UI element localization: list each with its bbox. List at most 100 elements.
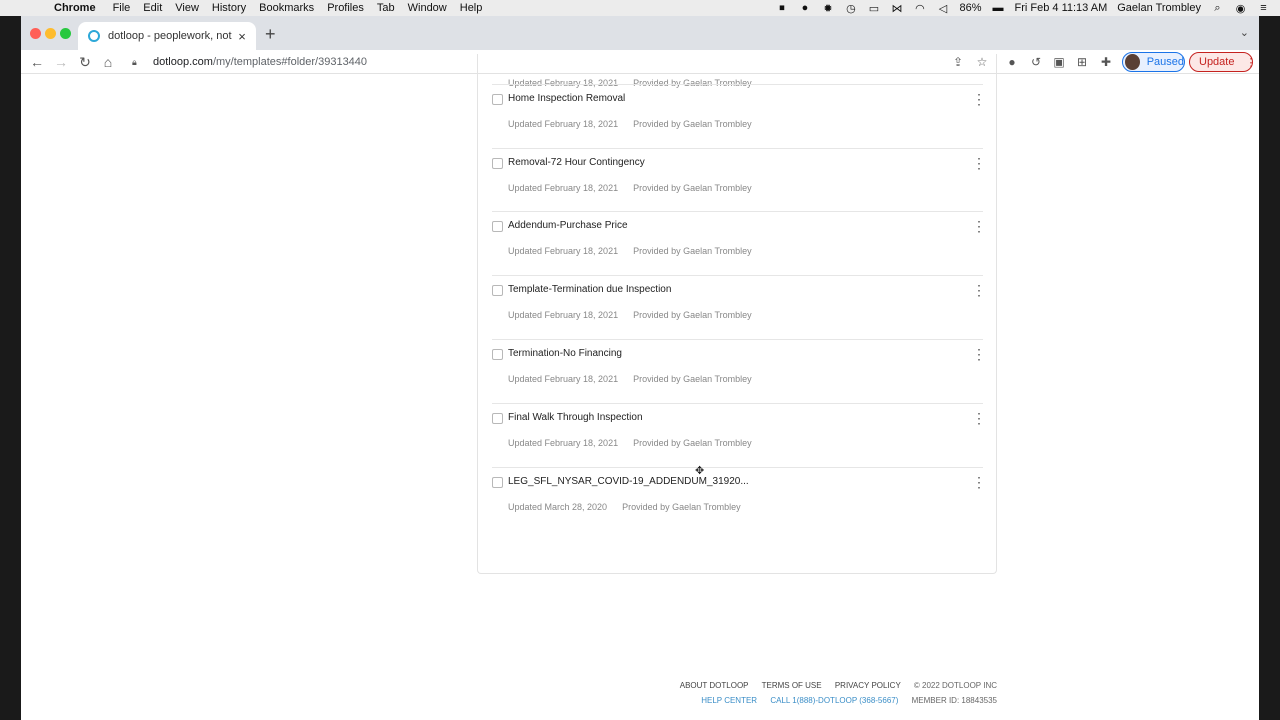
battery-icon[interactable]: ▬ xyxy=(992,2,1005,14)
menu-help[interactable]: Help xyxy=(460,2,483,14)
menu-app-chrome[interactable]: Chrome xyxy=(54,2,96,14)
template-updated: Updated February 18, 2021 xyxy=(508,183,619,193)
volume-icon[interactable]: ◁ xyxy=(936,2,949,15)
template-name[interactable]: Addendum-Purchase Price xyxy=(508,220,628,231)
window-zoom-button[interactable] xyxy=(60,28,71,39)
screen-mirroring-icon[interactable]: ▭ xyxy=(867,2,880,15)
template-row[interactable]: LEG_SFL_NYSAR_COVID-19_ADDENDUM_31920...… xyxy=(492,467,986,531)
home-icon[interactable]: ⌂ xyxy=(99,53,117,71)
template-checkbox[interactable] xyxy=(492,158,503,169)
template-meta: Updated February 18, 2021 Provided by Gae… xyxy=(508,310,752,320)
network-icon[interactable]: ⋈ xyxy=(890,2,903,15)
more-options-icon[interactable]: ⋮ xyxy=(972,156,986,170)
lock-icon[interactable]: 🔒︎ xyxy=(132,57,144,68)
more-options-icon[interactable]: ⋮ xyxy=(972,92,986,106)
footer-terms-link[interactable]: TERMS OF USE xyxy=(762,681,822,690)
menu-view[interactable]: View xyxy=(175,2,199,14)
extensions-puzzle-icon[interactable]: ✚ xyxy=(1098,54,1114,70)
more-options-icon[interactable]: ⋮ xyxy=(972,475,986,489)
template-row[interactable]: Home Inspection Removal Updated February… xyxy=(492,84,986,148)
template-checkbox[interactable] xyxy=(492,94,503,105)
footer-links-secondary: HELP CENTER CALL 1(888)-DOTLOOP (368-566… xyxy=(690,696,997,705)
template-row[interactable]: Final Walk Through Inspection Updated Fe… xyxy=(492,403,986,467)
extension-grid-icon[interactable]: ⊞ xyxy=(1074,54,1090,70)
reload-icon[interactable]: ↻ xyxy=(76,53,94,71)
menu-bookmarks[interactable]: Bookmarks xyxy=(259,2,314,14)
template-updated: Updated February 18, 2021 xyxy=(508,119,619,129)
menu-tab[interactable]: Tab xyxy=(377,2,395,14)
template-checkbox[interactable] xyxy=(492,477,503,488)
avatar xyxy=(1125,54,1140,70)
template-checkbox[interactable] xyxy=(492,413,503,424)
more-options-icon[interactable]: ⋮ xyxy=(972,347,986,361)
template-provider: Provided by Gaelan Trombley xyxy=(633,374,752,384)
templates-card: Updated February 18, 2021 Provided by Gae… xyxy=(477,54,997,574)
back-arrow-icon[interactable]: ← xyxy=(28,53,46,71)
more-options-icon[interactable]: ⋮ xyxy=(972,411,986,425)
footer-about-link[interactable]: ABOUT DOTLOOP xyxy=(680,681,749,690)
profile-paused-button[interactable]: Paused xyxy=(1122,52,1185,72)
footer-member-id: MEMBER ID: 18843535 xyxy=(911,696,997,705)
menu-file[interactable]: File xyxy=(113,2,131,14)
template-updated: Updated February 18, 2021 xyxy=(508,246,619,256)
tab-dotloop[interactable]: dotloop - peoplework, not paperwork × xyxy=(78,22,256,50)
template-provider: Provided by Gaelan Trombley xyxy=(633,310,752,320)
dotloop-favicon-icon xyxy=(88,30,100,42)
template-meta: Updated February 18, 2021 Provided by Gae… xyxy=(508,119,752,129)
extension-refresh-icon[interactable]: ↺ xyxy=(1028,54,1044,70)
brightness-icon[interactable]: ✹ xyxy=(821,2,834,15)
extension-card-icon[interactable]: ▣ xyxy=(1051,54,1067,70)
status-dot-icon[interactable]: ● xyxy=(798,2,811,14)
new-tab-icon[interactable]: + xyxy=(265,25,276,43)
template-name[interactable]: Home Inspection Removal xyxy=(508,93,625,104)
more-options-icon[interactable]: ⋮ xyxy=(972,219,986,233)
footer-help-center-link[interactable]: HELP CENTER xyxy=(701,696,757,705)
macos-menu-bar: Chrome File Edit View History Bookmarks … xyxy=(0,0,1280,16)
tab-search-chevron-icon[interactable]: ⌄ xyxy=(1240,26,1249,39)
move-cursor-icon: ✥ xyxy=(695,465,705,477)
update-button[interactable]: Update ⋮ xyxy=(1189,52,1257,72)
menu-edit[interactable]: Edit xyxy=(143,2,162,14)
more-options-icon[interactable]: ⋮ xyxy=(972,283,986,297)
menubar-user[interactable]: Gaelan Trombley xyxy=(1117,2,1201,14)
template-provider: Provided by Gaelan Trombley xyxy=(633,183,752,193)
template-name[interactable]: Removal-72 Hour Contingency xyxy=(508,157,645,168)
url-host: dotloop.com xyxy=(153,56,213,68)
template-meta: Updated February 18, 2021 Provided by Gae… xyxy=(508,374,752,384)
template-checkbox[interactable] xyxy=(492,221,503,232)
template-meta: Updated February 18, 2021 Provided by Gae… xyxy=(508,246,752,256)
window-minimize-button[interactable] xyxy=(45,28,56,39)
tab-strip: dotloop - peoplework, not paperwork × + … xyxy=(21,16,1259,50)
window-close-button[interactable] xyxy=(30,28,41,39)
template-name[interactable]: Template-Termination due Inspection xyxy=(508,284,671,295)
menu-profiles[interactable]: Profiles xyxy=(327,2,364,14)
more-vertical-icon: ⋮ xyxy=(1245,56,1257,69)
wifi-icon[interactable]: ◠ xyxy=(913,2,926,15)
footer-privacy-link[interactable]: PRIVACY POLICY xyxy=(835,681,901,690)
time-machine-icon[interactable]: ◷ xyxy=(844,2,857,15)
template-row[interactable]: Termination-No Financing Updated Februar… xyxy=(492,339,986,403)
extension-circle-icon[interactable]: ● xyxy=(1004,54,1020,70)
menubar-clock[interactable]: Fri Feb 4 11:13 AM xyxy=(1015,2,1108,14)
template-checkbox[interactable] xyxy=(492,349,503,360)
template-name[interactable]: Final Walk Through Inspection xyxy=(508,412,643,423)
template-provider: Provided by Gaelan Trombley xyxy=(633,119,752,129)
control-center-icon[interactable]: ≡ xyxy=(1257,2,1270,14)
record-stop-icon[interactable]: ⏹ xyxy=(775,2,788,14)
template-name[interactable]: LEG_SFL_NYSAR_COVID-19_ADDENDUM_31920... xyxy=(508,476,749,487)
template-row[interactable]: Template-Termination due Inspection Upda… xyxy=(492,275,986,339)
forward-arrow-icon[interactable]: → xyxy=(52,53,70,71)
menu-window[interactable]: Window xyxy=(408,2,447,14)
template-provider: Provided by Gaelan Trombley xyxy=(633,246,752,256)
tab-close-icon[interactable]: × xyxy=(234,29,250,44)
template-updated: Updated February 18, 2021 xyxy=(508,374,619,384)
template-row[interactable]: Addendum-Purchase Price Updated February… xyxy=(492,211,986,275)
template-row[interactable]: Removal-72 Hour Contingency Updated Febr… xyxy=(492,148,986,212)
page-content: Updated February 18, 2021 Provided by Gae… xyxy=(21,54,1259,720)
template-checkbox[interactable] xyxy=(492,285,503,296)
siri-icon[interactable]: ◉ xyxy=(1234,2,1247,15)
menu-history[interactable]: History xyxy=(212,2,246,14)
template-name[interactable]: Termination-No Financing xyxy=(508,348,622,359)
spotlight-search-icon[interactable]: ⌕ xyxy=(1211,2,1224,14)
footer-phone-link[interactable]: CALL 1(888)-DOTLOOP (368-5667) xyxy=(770,696,898,705)
